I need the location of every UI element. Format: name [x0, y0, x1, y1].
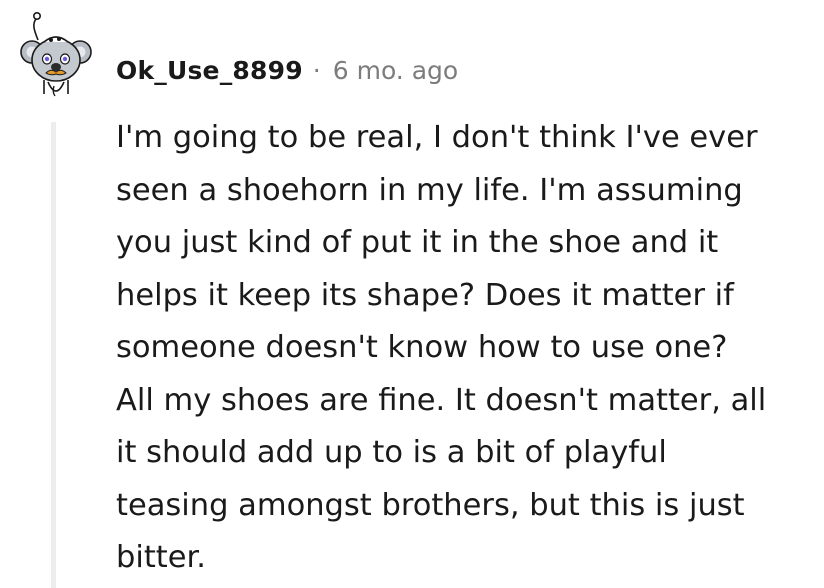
comment-body: I'm going to be real, I don't think I've… [116, 112, 816, 585]
author-link[interactable]: Ok_Use_8899 [116, 56, 303, 85]
comment-body-line: I'm going to be real, I don't think I've… [116, 120, 758, 155]
comment-body-line: seen a shoehorn in my life. I'm assuming [116, 172, 743, 208]
comment-header: Ok_Use_8899 · 6 mo. ago [116, 50, 458, 90]
comment-timestamp[interactable]: 6 mo. ago [333, 56, 458, 85]
user-avatar[interactable] [18, 10, 94, 102]
thread-collapse-line[interactable] [51, 122, 56, 588]
comment-body-line: helps it keep its shape? Does it matter … [116, 277, 734, 313]
comment-body-line: teasing amongst brothers, but this is ju… [116, 487, 745, 523]
comment-body-line: someone doesn't know how to use one? [116, 330, 728, 365]
comment-body-line: All my shoes are fine. It doesn't matter… [116, 382, 767, 418]
comment-body-line: you just kind of put it in the shoe and … [116, 225, 719, 260]
meta-separator: · [312, 55, 321, 85]
koala-avatar-icon [20, 11, 92, 97]
comment-body-line: it should add up to is a bit of playful [116, 435, 667, 470]
comment-body-line: bitter. [116, 540, 206, 575]
comment: Ok_Use_8899 · 6 mo. ago I'm going to be … [0, 0, 824, 588]
